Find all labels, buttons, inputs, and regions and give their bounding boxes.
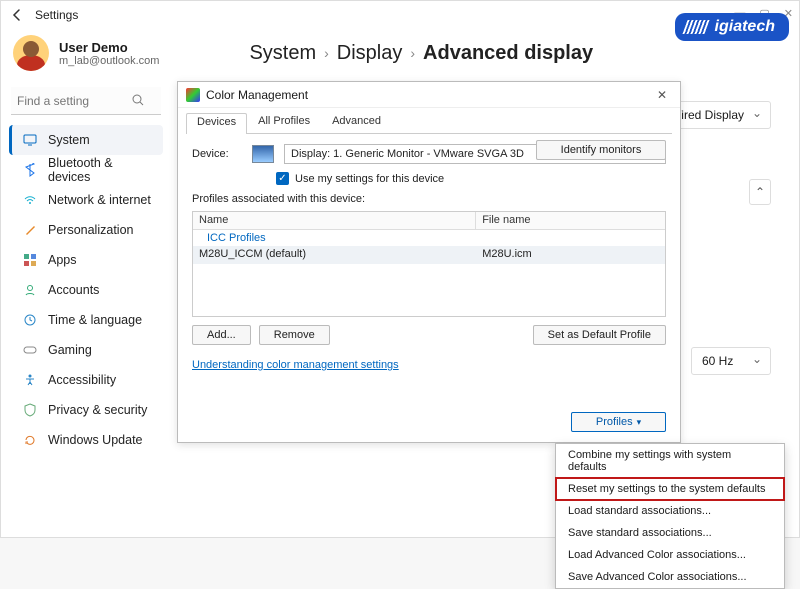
search-icon xyxy=(131,93,145,107)
sidebar-item-label: Windows Update xyxy=(48,433,143,447)
set-default-button[interactable]: Set as Default Profile xyxy=(533,325,666,345)
sidebar-item-gaming[interactable]: Gaming xyxy=(9,335,163,365)
sidebar-item-label: Network & internet xyxy=(48,193,151,207)
cell-profile-name: M28U_ICCM (default) xyxy=(193,246,476,264)
ctx-save-standard[interactable]: Save standard associations... xyxy=(556,522,784,544)
sidebar-item-network[interactable]: Network & internet xyxy=(9,185,163,215)
device-label: Device: xyxy=(192,148,242,160)
ctx-save-advanced[interactable]: Save Advanced Color associations... xyxy=(556,566,784,588)
shield-icon xyxy=(22,402,38,418)
brand-badge: igiatech xyxy=(675,13,789,41)
profiles-context-menu: Combine my settings with system defaults… xyxy=(555,443,785,589)
tab-advanced[interactable]: Advanced xyxy=(321,112,392,133)
system-icon xyxy=(22,132,38,148)
dialog-tabs: Devices All Profiles Advanced xyxy=(186,112,672,134)
group-header-icc: ICC Profiles xyxy=(193,230,665,246)
sidebar-item-system[interactable]: System xyxy=(9,125,163,155)
cell-profile-file: M28U.icm xyxy=(476,246,665,264)
user-email: m_lab@outlook.com xyxy=(59,55,159,67)
sidebar-item-label: Accessibility xyxy=(48,373,116,387)
sidebar-item-privacy[interactable]: Privacy & security xyxy=(9,395,163,425)
avatar[interactable] xyxy=(13,35,49,71)
wifi-icon xyxy=(22,192,38,208)
brush-icon xyxy=(22,222,38,238)
window-title: Settings xyxy=(35,8,78,22)
apps-icon xyxy=(22,252,38,268)
display-select-value: Wired Display xyxy=(670,108,744,122)
sidebar-item-update[interactable]: Windows Update xyxy=(9,425,163,455)
sidebar-item-label: System xyxy=(48,133,90,147)
sidebar-item-bluetooth[interactable]: Bluetooth & devices xyxy=(9,155,163,185)
sidebar-item-personalization[interactable]: Personalization xyxy=(9,215,163,245)
color-management-dialog: Color Management ✕ Devices All Profiles … xyxy=(177,81,681,443)
accessibility-icon xyxy=(22,372,38,388)
sidebar-item-label: Bluetooth & devices xyxy=(48,156,157,184)
monitor-icon xyxy=(252,145,274,163)
chevron-right-icon: › xyxy=(324,45,329,61)
breadcrumb-advanced-display: Advanced display xyxy=(423,42,593,65)
ctx-reset-defaults[interactable]: Reset my settings to the system defaults xyxy=(555,477,785,501)
tab-devices[interactable]: Devices xyxy=(186,113,247,134)
table-row[interactable]: M28U_ICCM (default) M28U.icm xyxy=(193,246,665,264)
update-icon xyxy=(22,432,38,448)
refresh-rate-select[interactable]: 60 Hz xyxy=(691,347,771,375)
identify-monitors-button[interactable]: Identify monitors xyxy=(536,140,666,160)
sidebar-item-accounts[interactable]: Accounts xyxy=(9,275,163,305)
clock-icon xyxy=(22,312,38,328)
column-name[interactable]: Name xyxy=(193,212,476,229)
close-icon[interactable]: ✕ xyxy=(652,88,672,102)
sidebar-item-label: Personalization xyxy=(48,223,133,237)
person-icon xyxy=(22,282,38,298)
breadcrumb-system[interactable]: System xyxy=(249,42,316,65)
ctx-load-advanced[interactable]: Load Advanced Color associations... xyxy=(556,544,784,566)
expand-chevron-icon[interactable]: ⌃ xyxy=(749,179,771,205)
sidebar-item-accessibility[interactable]: Accessibility xyxy=(9,365,163,395)
chevron-right-icon: › xyxy=(410,45,415,61)
user-name: User Demo xyxy=(59,40,159,55)
user-block[interactable]: User Demo m_lab@outlook.com xyxy=(59,40,159,67)
remove-button[interactable]: Remove xyxy=(259,325,330,345)
sidebar-item-time[interactable]: Time & language xyxy=(9,305,163,335)
refresh-rate-value: 60 Hz xyxy=(702,354,733,368)
sidebar-item-label: Apps xyxy=(48,253,77,267)
profiles-table: Name File name ICC Profiles M28U_ICCM (d… xyxy=(192,211,666,317)
profiles-button[interactable]: Profiles xyxy=(571,412,666,432)
sidebar-item-label: Privacy & security xyxy=(48,403,147,417)
use-my-settings-checkbox[interactable]: ✓ xyxy=(276,172,289,185)
dialog-titlebar: Color Management ✕ xyxy=(178,82,680,108)
column-filename[interactable]: File name xyxy=(476,212,665,229)
breadcrumb: System › Display › Advanced display xyxy=(249,42,593,65)
sidebar-item-label: Time & language xyxy=(48,313,142,327)
tab-all-profiles[interactable]: All Profiles xyxy=(247,112,321,133)
sidebar: System Bluetooth & devices Network & int… xyxy=(1,81,169,455)
breadcrumb-display[interactable]: Display xyxy=(337,42,403,65)
profiles-associated-label: Profiles associated with this device: xyxy=(192,193,666,205)
add-button[interactable]: Add... xyxy=(192,325,251,345)
settings-window: Settings — ▢ ✕ igiatech User Demo m_lab@… xyxy=(0,0,800,538)
understanding-link[interactable]: Understanding color management settings xyxy=(192,359,399,371)
use-my-settings-label: Use my settings for this device xyxy=(295,173,444,185)
color-icon xyxy=(186,88,200,102)
back-icon[interactable] xyxy=(9,7,25,23)
dialog-body: Device: Display: 1. Generic Monitor - VM… xyxy=(178,134,680,381)
ctx-load-standard[interactable]: Load standard associations... xyxy=(556,500,784,522)
sidebar-item-label: Gaming xyxy=(48,343,92,357)
gamepad-icon xyxy=(22,342,38,358)
device-select-value: Display: 1. Generic Monitor - VMware SVG… xyxy=(291,148,524,160)
sidebar-item-label: Accounts xyxy=(48,283,99,297)
dialog-title: Color Management xyxy=(206,88,308,102)
ctx-combine[interactable]: Combine my settings with system defaults xyxy=(556,444,784,478)
bluetooth-icon xyxy=(22,162,38,178)
sidebar-item-apps[interactable]: Apps xyxy=(9,245,163,275)
